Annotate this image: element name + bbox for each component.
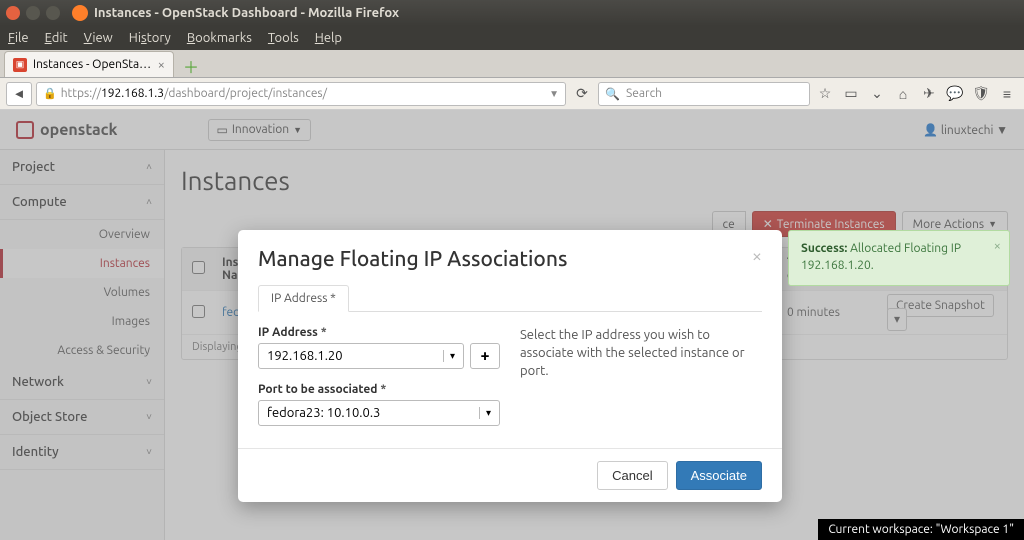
url-dropdown-icon[interactable]: ▼: [549, 88, 559, 100]
window-close-button[interactable]: [6, 6, 20, 20]
tab-close-icon[interactable]: ×: [158, 58, 165, 72]
library-icon[interactable]: ▭: [840, 83, 862, 105]
menubar: File Edit View History Bookmarks Tools H…: [0, 26, 1024, 50]
window-minimize-button[interactable]: [26, 6, 40, 20]
dropdown-icon: ▾: [443, 350, 455, 362]
workspace-indicator: Current workspace: "Workspace 1": [818, 519, 1024, 540]
caret-down-icon: ▼: [293, 125, 302, 135]
modal-help-text: Select the IP address you wish to associ…: [520, 326, 762, 440]
sidebar-section-objectstore[interactable]: Object Store˅: [0, 400, 164, 435]
project-name: Innovation: [232, 123, 289, 136]
address-bar[interactable]: 🔒 https://192.168.1.3/dashboard/project/…: [36, 82, 566, 106]
sidebar-item-overview[interactable]: Overview: [0, 220, 164, 249]
favicon-icon: ▣: [13, 58, 27, 72]
url-host: 192.168.1.3: [101, 87, 164, 100]
url-prefix: https://: [61, 87, 101, 100]
send-icon[interactable]: ✈: [918, 83, 940, 105]
sidebar-section-identity[interactable]: Identity˅: [0, 435, 164, 470]
url-path: /dashboard/project/instances/: [164, 87, 327, 100]
tabstrip: ▣ Instances - OpenSta… × ＋: [0, 50, 1024, 78]
time-since: 0 minutes: [787, 306, 887, 319]
back-button[interactable]: ◄: [6, 82, 32, 106]
select-all-checkbox[interactable]: [192, 261, 205, 274]
cancel-button[interactable]: Cancel: [597, 461, 667, 490]
window-maximize-button[interactable]: [46, 6, 60, 20]
openstack-logo-icon: [16, 121, 34, 139]
modal-close-icon[interactable]: ×: [752, 246, 762, 270]
pocket-icon[interactable]: ⌄: [866, 83, 888, 105]
search-icon: 🔍: [605, 87, 620, 101]
sidebar-item-volumes[interactable]: Volumes: [0, 278, 164, 307]
shield-icon[interactable]: 🛡: [970, 83, 992, 105]
modal-title: Manage Floating IP Associations: [258, 246, 567, 270]
project-picker[interactable]: ▭ Innovation ▼: [208, 119, 312, 141]
openstack-logo: openstack: [16, 121, 118, 139]
menu-icon[interactable]: ≡: [996, 83, 1018, 105]
port-label: Port to be associated *: [258, 383, 500, 396]
menu-history[interactable]: History: [129, 31, 171, 45]
openstack-header: openstack ▭ Innovation ▼ 👤 linuxtechi ▼: [0, 110, 1024, 150]
menu-view[interactable]: View: [84, 31, 113, 45]
ip-address-label: IP Address *: [258, 326, 500, 339]
openstack-logo-text: openstack: [40, 121, 118, 139]
chevron-down-icon: ˅: [146, 446, 152, 458]
floating-ip-modal: Manage Floating IP Associations × IP Add…: [238, 230, 782, 502]
caret-down-icon: ▼: [988, 219, 997, 229]
chevron-up-icon: ˄: [146, 196, 152, 208]
lock-icon: 🔒: [43, 87, 57, 100]
menu-bookmarks[interactable]: Bookmarks: [187, 31, 252, 45]
new-tab-button[interactable]: ＋: [178, 55, 204, 77]
x-icon: ✕: [763, 217, 773, 231]
bookmark-star-icon[interactable]: ☆: [814, 83, 836, 105]
row-actions-caret[interactable]: ▾: [887, 308, 907, 331]
reload-button[interactable]: ⟳: [570, 82, 594, 106]
toast-close-icon[interactable]: ×: [994, 237, 1001, 255]
page-title: Instances: [181, 166, 1008, 195]
associate-button[interactable]: Associate: [676, 461, 762, 490]
search-placeholder: Search: [626, 87, 662, 100]
titlebar: Instances - OpenStack Dashboard - Mozill…: [0, 0, 1024, 26]
chevron-down-icon: ˅: [146, 376, 152, 388]
toast-prefix: Success:: [801, 242, 847, 255]
browser-tab[interactable]: ▣ Instances - OpenSta… ×: [4, 51, 174, 77]
chevron-up-icon: ˄: [146, 161, 152, 173]
chevron-down-icon: ˅: [146, 411, 152, 423]
menu-file[interactable]: File: [8, 31, 29, 45]
sidebar: Project˄ Compute˄ Overview Instances Vol…: [0, 150, 165, 540]
sidebar-item-access-security[interactable]: Access & Security: [0, 336, 164, 365]
sidebar-section-project[interactable]: Project˄: [0, 150, 164, 185]
chat-icon[interactable]: 💬: [944, 83, 966, 105]
window-title: Instances - OpenStack Dashboard - Mozill…: [94, 6, 399, 20]
home-icon[interactable]: ⌂: [892, 83, 914, 105]
port-value: fedora23: 10.10.0.3: [267, 406, 380, 420]
page-content: openstack ▭ Innovation ▼ 👤 linuxtechi ▼ …: [0, 110, 1024, 540]
sidebar-section-network[interactable]: Network˅: [0, 365, 164, 400]
row-checkbox[interactable]: [192, 305, 205, 318]
modal-tab-ip-address[interactable]: IP Address *: [258, 285, 349, 312]
sidebar-item-instances[interactable]: Instances: [0, 249, 164, 278]
user-menu[interactable]: 👤 linuxtechi ▼: [923, 123, 1008, 137]
menu-edit[interactable]: Edit: [45, 31, 68, 45]
ip-address-value: 192.168.1.20: [267, 349, 343, 363]
ip-address-select[interactable]: 192.168.1.20 ▾: [258, 343, 464, 369]
allocate-ip-button[interactable]: +: [470, 343, 500, 369]
project-icon: ▭: [217, 123, 228, 137]
urlbar: ◄ 🔒 https://192.168.1.3/dashboard/projec…: [0, 78, 1024, 110]
sidebar-section-compute[interactable]: Compute˄: [0, 185, 164, 220]
sidebar-item-images[interactable]: Images: [0, 307, 164, 336]
dropdown-icon: ▾: [479, 407, 491, 419]
port-select[interactable]: fedora23: 10.10.0.3 ▾: [258, 400, 500, 426]
search-bar[interactable]: 🔍 Search: [598, 82, 810, 106]
success-toast: × Success: Allocated Floating IP 192.168…: [788, 230, 1010, 286]
menu-tools[interactable]: Tools: [268, 31, 299, 45]
tab-label: Instances - OpenSta…: [33, 58, 151, 71]
menu-help[interactable]: Help: [315, 31, 342, 45]
